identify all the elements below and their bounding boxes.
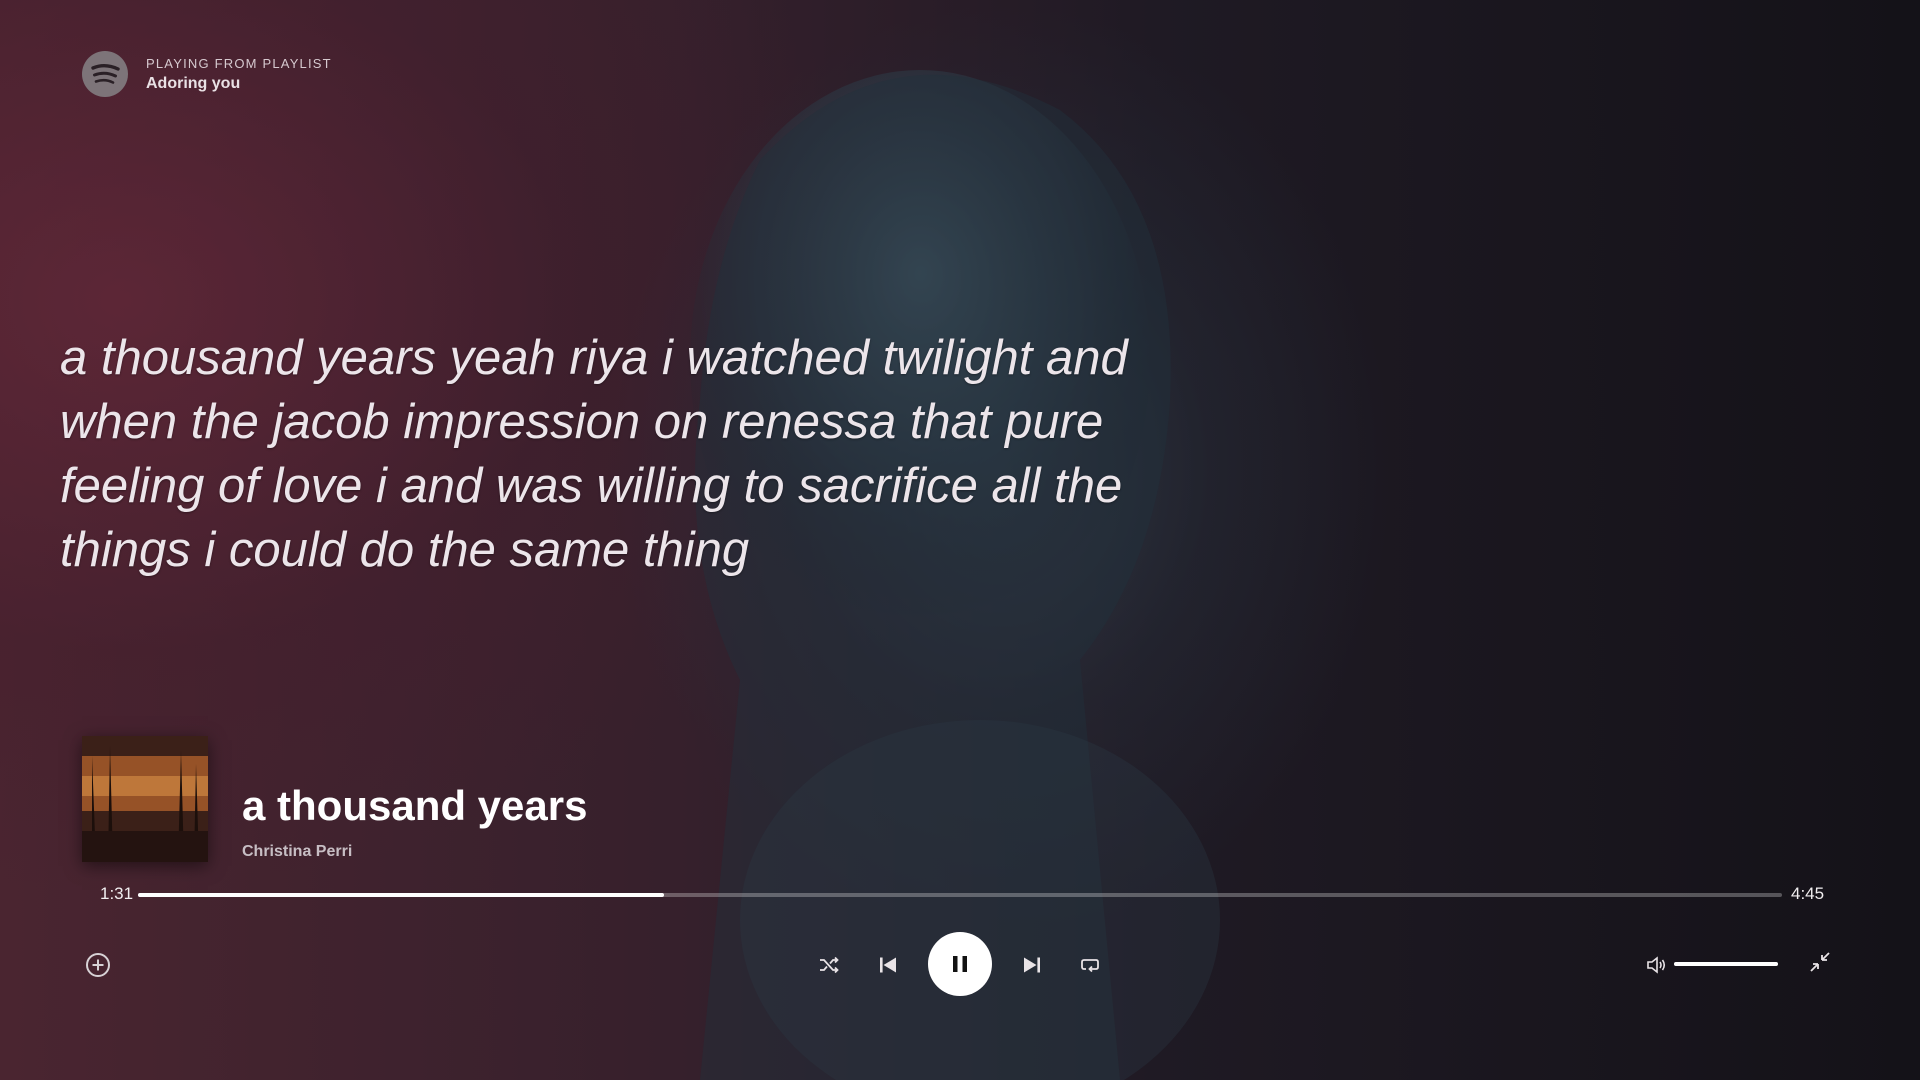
volume-slider[interactable] xyxy=(1674,962,1778,966)
lyrics-line: things i could do the same thing xyxy=(60,523,750,577)
pause-icon xyxy=(953,956,967,972)
progress-bar[interactable] xyxy=(138,893,1782,897)
minimize-icon xyxy=(1810,952,1830,972)
pause-button[interactable] xyxy=(928,932,992,996)
repeat-icon xyxy=(1081,959,1099,973)
lyrics-line: a thousand years yeah riya i watched twi… xyxy=(60,331,1128,385)
skip-next-icon xyxy=(1024,957,1040,973)
volume-icon xyxy=(1647,956,1666,974)
add-circle-icon xyxy=(86,953,110,977)
volume-slider-fill xyxy=(1674,962,1778,966)
next-track-button[interactable] xyxy=(1017,950,1047,980)
mute-button[interactable] xyxy=(1641,950,1671,980)
repeat-button[interactable] xyxy=(1075,950,1105,980)
track-title[interactable]: a thousand years xyxy=(242,782,587,830)
shuffle-button[interactable] xyxy=(814,950,844,980)
previous-track-button[interactable] xyxy=(873,950,903,980)
skip-previous-icon xyxy=(880,957,896,973)
total-time: 4:45 xyxy=(1791,884,1825,903)
lyrics-line: feeling of love i and was willing to sac… xyxy=(60,459,1123,513)
progress-bar-fill xyxy=(138,893,665,897)
add-to-library-button[interactable] xyxy=(83,950,113,980)
playlist-info: PLAYING FROM PLAYLIST Adoring you xyxy=(146,56,332,93)
spotify-logo-icon[interactable] xyxy=(82,51,128,97)
album-art-image xyxy=(82,736,208,862)
lyrics-line: when the jacob impression on renessa tha… xyxy=(60,395,1104,449)
playlist-name[interactable]: Adoring you xyxy=(146,75,332,93)
shuffle-icon xyxy=(820,956,839,974)
exit-fullscreen-button[interactable] xyxy=(1804,946,1836,978)
current-time: 1:31 xyxy=(100,884,134,903)
now-playing-header: PLAYING FROM PLAYLIST Adoring you xyxy=(82,51,332,97)
playing-from-label: PLAYING FROM PLAYLIST xyxy=(146,55,332,71)
album-art[interactable] xyxy=(82,736,208,862)
lyrics-panel: a thousand years yeah riya i watched twi… xyxy=(60,326,1180,582)
track-artist[interactable]: Christina Perri xyxy=(242,843,352,861)
